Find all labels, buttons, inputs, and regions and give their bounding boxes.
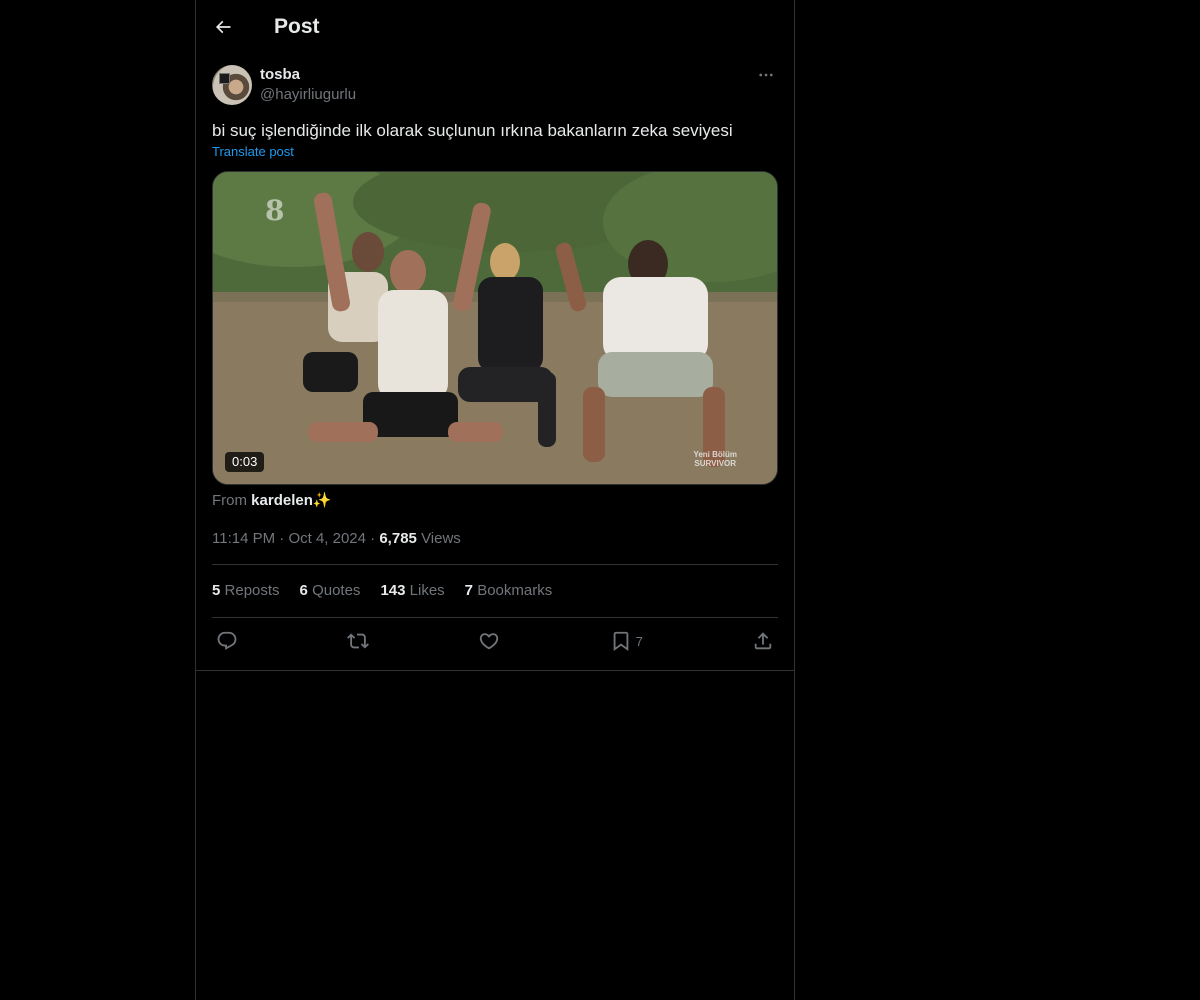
post-text: bi suç işlendiğinde ilk olarak suçlunun … xyxy=(212,121,733,140)
bookmark-icon xyxy=(613,631,628,652)
back-button[interactable] xyxy=(206,10,240,44)
post-bottom-divider xyxy=(196,670,794,671)
video-duration-badge: 0:03 xyxy=(225,452,265,472)
likes-count: 143 xyxy=(380,582,406,599)
translate-post-link[interactable]: Translate post xyxy=(212,144,778,159)
post-detail: tosba @hayirliugurlu bi suç işlendiğinde… xyxy=(196,65,794,664)
views-label: Views xyxy=(421,530,461,547)
post-actions-bar: 7 xyxy=(212,618,778,664)
reposts-stat[interactable]: 5 Reposts xyxy=(212,581,280,601)
arrow-left-icon xyxy=(215,20,231,33)
post-date[interactable]: Oct 4, 2024 xyxy=(288,530,366,547)
reply-button[interactable] xyxy=(216,630,238,652)
more-options-button[interactable] xyxy=(754,65,778,85)
repost-icon xyxy=(347,633,370,649)
likes-stat[interactable]: 143 Likes xyxy=(380,581,444,601)
page-header: Post xyxy=(196,0,794,53)
video-thumbnail xyxy=(213,172,777,484)
post-time[interactable]: 11:14 PM xyxy=(212,530,275,547)
share-button[interactable] xyxy=(752,630,774,652)
bookmark-count: 7 xyxy=(635,633,643,649)
from-attribution: From kardelen✨ xyxy=(212,490,778,512)
post-meta: 11:14 PM · Oct 4, 2024 · 6,785 Views xyxy=(212,529,778,565)
primary-column: Post tosba @hayirliugurlu bi suç işlendi… xyxy=(195,0,795,1000)
reposts-label: Reposts xyxy=(224,582,280,599)
video-watermark: Yeni Bölüm SURVIVOR xyxy=(693,450,737,468)
post-author-row: tosba @hayirliugurlu xyxy=(212,65,778,105)
page-title: Post xyxy=(274,14,320,38)
reposts-count: 5 xyxy=(212,582,221,599)
views-count: 6,785 xyxy=(379,530,417,547)
meta-separator: · xyxy=(370,530,380,547)
quotes-stat[interactable]: 6 Quotes xyxy=(300,581,361,601)
from-source-link[interactable]: kardelen✨ xyxy=(251,492,331,509)
post-stats: 5 Reposts 6 Quotes 143 Likes 7 Bookmarks xyxy=(212,565,778,618)
more-horizontal-icon xyxy=(759,73,773,77)
like-button[interactable] xyxy=(478,630,500,652)
quotes-count: 6 xyxy=(299,582,308,599)
watermark-line2: SURVIVOR xyxy=(694,459,737,468)
author-handle[interactable]: @hayirliugurlu xyxy=(260,85,356,105)
share-icon xyxy=(754,632,772,650)
watermark-line1: Yeni Bölüm xyxy=(693,450,737,459)
author-names: tosba @hayirliugurlu xyxy=(260,65,356,105)
avatar[interactable] xyxy=(212,65,252,105)
channel-number-overlay: 8 xyxy=(265,194,285,227)
reply-icon xyxy=(217,631,237,650)
bookmarks-count: 7 xyxy=(464,582,474,599)
quotes-label: Quotes xyxy=(312,582,361,599)
bookmark-button[interactable]: 7 xyxy=(610,630,643,652)
bookmarks-label: Bookmarks xyxy=(477,582,553,599)
bookmarks-stat[interactable]: 7 Bookmarks xyxy=(465,581,553,601)
likes-label: Likes xyxy=(409,582,445,599)
video-player[interactable]: 8 Yeni Bölüm SURVIVOR 0:03 xyxy=(212,171,778,485)
from-prefix: From xyxy=(212,492,247,509)
repost-button[interactable] xyxy=(347,630,370,652)
heart-icon xyxy=(480,633,499,650)
author-display-name[interactable]: tosba xyxy=(260,65,356,85)
